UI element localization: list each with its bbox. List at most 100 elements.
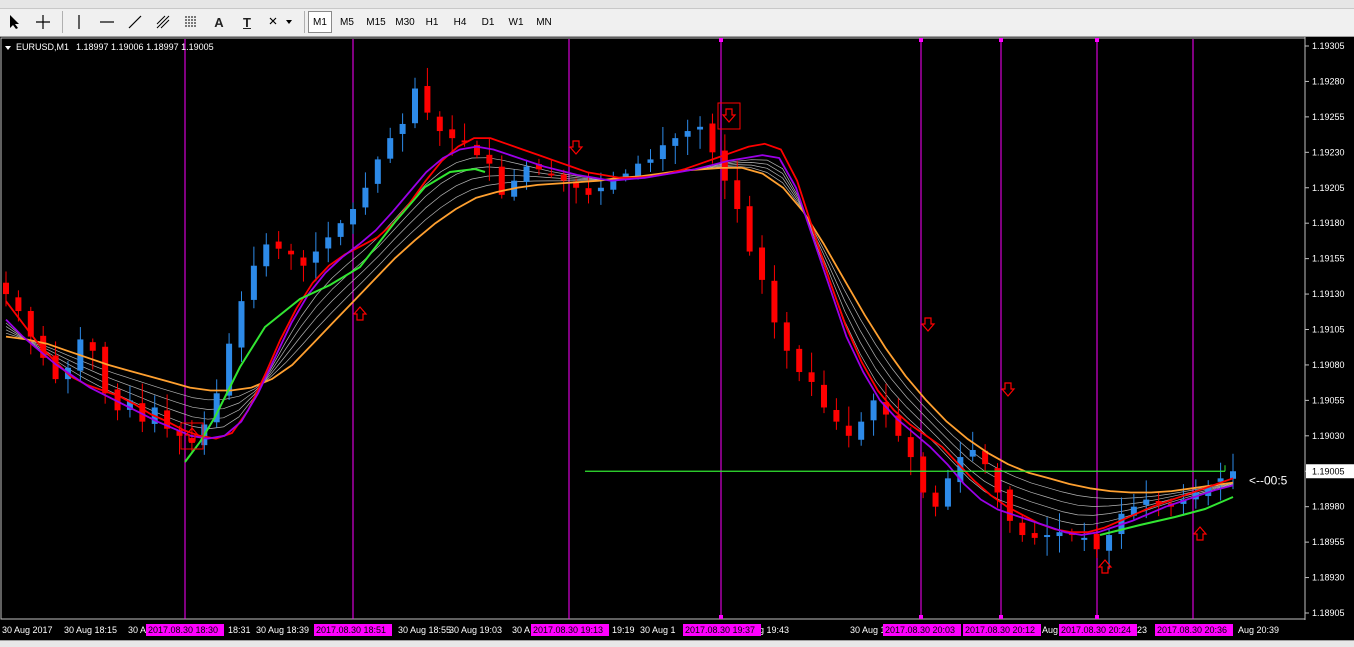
session-tag-label: 2017.08.30 20:24 xyxy=(1061,625,1131,635)
session-tag-label: 2017.08.30 19:13 xyxy=(533,625,603,635)
shapes-icon[interactable] xyxy=(264,11,296,33)
timeframe-h1[interactable]: H1 xyxy=(420,11,444,33)
chart-background xyxy=(0,37,1354,640)
candle-body xyxy=(275,241,282,249)
candle-body xyxy=(821,384,827,408)
candle-body xyxy=(362,187,369,208)
trendline-icon[interactable] xyxy=(124,11,146,33)
chart-header: EURUSD,M1 1.18997 1.19006 1.18997 1.1900… xyxy=(5,42,214,52)
candle-body xyxy=(845,425,852,436)
candle-body xyxy=(746,206,753,252)
candle-body xyxy=(449,129,456,139)
cursor-icon[interactable] xyxy=(4,11,26,33)
candle-body xyxy=(783,322,790,351)
timeframe-d1[interactable]: D1 xyxy=(476,11,500,33)
candle-body xyxy=(1081,537,1088,540)
candle-body xyxy=(1031,533,1038,538)
session-tag-label: 2017.08.30 20:03 xyxy=(885,625,955,635)
timeframe-w1[interactable]: W1 xyxy=(504,11,528,33)
candle-body xyxy=(1093,533,1100,550)
candle-body xyxy=(684,131,691,137)
time-label: Aug xyxy=(1042,625,1058,635)
candle-body xyxy=(659,145,666,160)
session-tag-label: 2017.08.30 19:37 xyxy=(685,625,755,635)
time-label: 19:19 xyxy=(612,625,635,635)
candle-body xyxy=(907,437,914,458)
candle-body xyxy=(759,247,766,280)
candle-body xyxy=(944,478,951,507)
time-label: 30 Aug 19:03 xyxy=(449,625,502,635)
price-tick-label: 1.19180 xyxy=(1312,218,1345,228)
timeframe-m1[interactable]: M1 xyxy=(308,11,332,33)
ohlc-label: 1.18997 1.19006 1.18997 1.19005 xyxy=(76,42,214,52)
candle-body xyxy=(412,88,418,124)
session-marker-bottom xyxy=(919,615,923,619)
candle-body xyxy=(312,251,319,263)
timeframe-m5[interactable]: M5 xyxy=(335,11,359,33)
time-label: Aug 20:39 xyxy=(1238,625,1279,635)
fibonacci-icon[interactable] xyxy=(152,11,174,33)
session-marker-bottom xyxy=(719,615,723,619)
candle-body xyxy=(1006,489,1013,521)
current-price-label: 1.19005 xyxy=(1312,466,1345,476)
price-tick-label: 1.19255 xyxy=(1312,112,1345,122)
timeframe-m30[interactable]: M30 xyxy=(392,11,418,33)
time-label: 30 Aug 18:55 xyxy=(398,625,451,635)
crosshair-icon[interactable] xyxy=(32,11,54,33)
candle-body xyxy=(3,282,9,295)
horizontal-line-icon[interactable] xyxy=(96,11,118,33)
grid-icon[interactable] xyxy=(180,11,202,33)
candle-body xyxy=(337,223,344,237)
timeframe-m15[interactable]: M15 xyxy=(362,11,390,33)
top-toolbar-strip xyxy=(0,0,1354,9)
session-marker-bottom xyxy=(1095,615,1099,619)
toolbar-separator xyxy=(304,11,305,33)
candle-body xyxy=(1019,522,1026,536)
label-icon[interactable]: T xyxy=(236,11,258,33)
toolbar-separator xyxy=(62,11,63,33)
candle-body xyxy=(1106,535,1113,551)
candle-body xyxy=(399,123,406,134)
session-marker-bottom xyxy=(999,615,1003,619)
candle-body xyxy=(734,180,741,210)
price-tick-label: 1.19205 xyxy=(1312,183,1345,193)
timeframe-mn[interactable]: MN xyxy=(532,11,556,33)
candle-body xyxy=(932,492,939,507)
vertical-line-icon[interactable] xyxy=(68,11,90,33)
candle-body xyxy=(486,154,493,164)
candle-body xyxy=(697,126,704,130)
text-icon[interactable]: A xyxy=(208,11,230,33)
session-tag-label: 2017.08.30 20:12 xyxy=(965,625,1035,635)
candle-body xyxy=(325,237,332,249)
price-tick-label: 1.19130 xyxy=(1312,289,1345,299)
candle-body xyxy=(808,372,815,382)
price-tick-label: 1.18905 xyxy=(1312,608,1345,618)
session-marker-top xyxy=(999,38,1003,42)
candle-body xyxy=(1230,471,1236,479)
candle-body xyxy=(585,188,592,195)
price-tick-label: 1.19305 xyxy=(1312,41,1345,51)
candle-body xyxy=(387,138,394,159)
session-tag-label: 2017.08.30 18:30 xyxy=(148,625,218,635)
candle-body xyxy=(709,123,716,153)
time-label: 30 A xyxy=(512,625,530,635)
price-tick-label: 1.18930 xyxy=(1312,573,1345,583)
time-label: 30 Aug 1 xyxy=(640,625,676,635)
candle-body xyxy=(796,348,803,373)
candle-body xyxy=(548,173,555,176)
candle-body xyxy=(833,410,840,422)
price-chart[interactable]: 1.19305 1.19280 1.19255 1.19230 1.19205 1.191… xyxy=(0,37,1354,640)
time-label: 30 Aug 2017 xyxy=(2,625,53,635)
candle-body xyxy=(635,163,642,177)
candle-body xyxy=(89,342,96,351)
countdown-label: <--00:5 xyxy=(1249,473,1288,487)
symbol-label: EURUSD,M1 xyxy=(16,42,69,52)
session-marker-top xyxy=(719,38,723,42)
candle-body xyxy=(870,400,877,421)
timeframe-h4[interactable]: H4 xyxy=(448,11,472,33)
candle-body xyxy=(238,301,245,348)
price-tick-label: 1.19105 xyxy=(1312,325,1345,335)
candle-body xyxy=(15,297,22,312)
session-marker-top xyxy=(919,38,923,42)
candle-body xyxy=(920,456,927,493)
